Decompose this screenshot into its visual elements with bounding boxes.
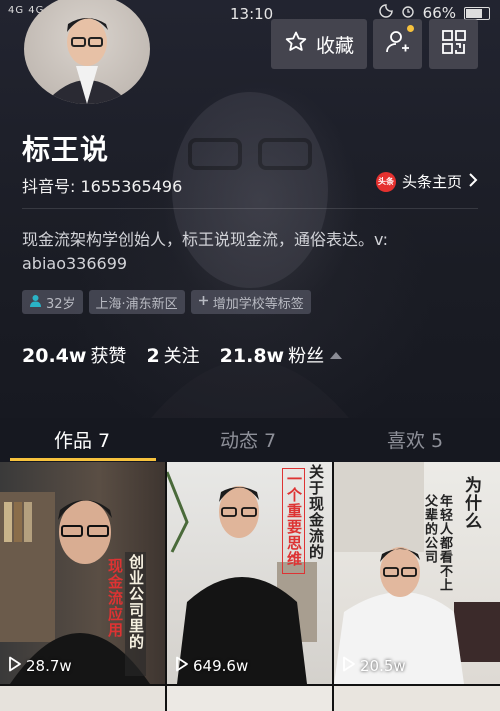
tab-likes[interactable]: 喜欢 5: [387, 426, 443, 453]
likes-count: 20.4w: [22, 345, 87, 367]
video-thumbnail[interactable]: 创业公司里的 现金流应用 28.7w: [0, 462, 165, 684]
age-tag-label: 32岁: [46, 296, 76, 312]
tab-dynamics[interactable]: 动态 7: [220, 426, 276, 453]
fans-label: 粉丝: [288, 346, 325, 367]
video-overlay-title: 创业公司里的: [125, 552, 146, 676]
play-icon: [175, 656, 189, 676]
divider: [22, 208, 478, 209]
play-icon: [342, 656, 356, 676]
toutiao-logo: 头条: [375, 171, 396, 192]
qr-code-button[interactable]: [429, 19, 478, 69]
video-thumbnail[interactable]: [167, 686, 332, 711]
toutiao-label: 头条主页: [401, 173, 462, 191]
battery-icon: [464, 6, 490, 20]
tab-works[interactable]: 作品 7: [54, 426, 110, 453]
fans-count: 21.8w: [219, 345, 285, 367]
age-tag: 32岁: [22, 290, 83, 314]
toutiao-homepage-link[interactable]: 头条 头条主页: [375, 171, 478, 192]
favorite-button[interactable]: 收藏: [271, 19, 367, 69]
add-tags-label: 增加学校等标签: [212, 296, 304, 312]
video-overlay-subtitle: 现金流应用: [106, 558, 124, 638]
following-label: 关注: [163, 346, 200, 367]
video-thumbnail[interactable]: 关于现金流的 一个重要思维 649.6w: [167, 462, 332, 684]
location-tag-label: 上海·浦东新区: [95, 296, 178, 312]
profile-name: 标王说: [22, 133, 110, 166]
profile-stats: 20.4w 获赞 2 关注 21.8w 粉丝: [22, 342, 362, 368]
view-count-value: 649.6w: [193, 657, 249, 675]
video-thumbnail[interactable]: 为什么 年轻人都看不上父辈的公司 20.5w: [334, 462, 500, 684]
person-icon: [29, 294, 42, 311]
video-thumbnail[interactable]: [334, 686, 500, 711]
profile-tags: 32岁 上海·浦东新区 增加学校等标签: [22, 290, 311, 314]
video-overlay-title: 关于现金流的: [307, 464, 325, 560]
view-count: 28.7w: [8, 656, 72, 676]
view-count: 649.6w: [175, 656, 248, 676]
fans-stat[interactable]: 21.8w 粉丝: [219, 342, 343, 368]
battery-fill: [466, 8, 482, 18]
active-tab-indicator: [10, 458, 156, 461]
likes-label: 获赞: [90, 346, 127, 367]
star-icon: [284, 30, 308, 59]
profile-bio: 现金流架构学创始人，标王说现金流，通俗表达。v: abiao336699: [22, 230, 388, 273]
profile-tabs: 作品 7 动态 7 喜欢 5: [0, 418, 500, 462]
qr-code-icon: [441, 29, 467, 59]
likes-stat[interactable]: 20.4w 获赞: [22, 342, 126, 368]
view-count-value: 20.5w: [360, 657, 406, 675]
location-tag: 上海·浦东新区: [88, 290, 185, 314]
add-friend-button[interactable]: [373, 19, 422, 69]
add-tags-button[interactable]: 增加学校等标签: [190, 290, 311, 314]
view-count: 20.5w: [342, 656, 406, 676]
status-time: 13:10: [230, 5, 274, 23]
notification-dot: [407, 25, 414, 32]
douyin-id[interactable]: 抖音号: 1655365496: [22, 173, 182, 197]
chevron-right-icon: [468, 172, 478, 191]
following-count: 2: [146, 345, 160, 367]
video-thumbnail[interactable]: [0, 686, 165, 711]
play-icon: [8, 656, 22, 676]
favorite-label: 收藏: [315, 34, 354, 57]
video-grid: 创业公司里的 现金流应用 28.7w 关于现金流的 一个重要思维 649.6w: [0, 462, 500, 711]
plus-icon: [198, 295, 209, 310]
add-user-icon: [385, 29, 411, 59]
video-overlay-subtitle: 一个重要思维: [282, 468, 305, 574]
following-stat[interactable]: 2 关注: [146, 342, 199, 368]
video-overlay-subtitle: 年轻人都看不上父辈的公司: [422, 494, 452, 592]
caret-up-icon: [330, 352, 343, 359]
view-count-value: 28.7w: [26, 657, 72, 675]
video-overlay-title: 为什么: [461, 476, 481, 530]
